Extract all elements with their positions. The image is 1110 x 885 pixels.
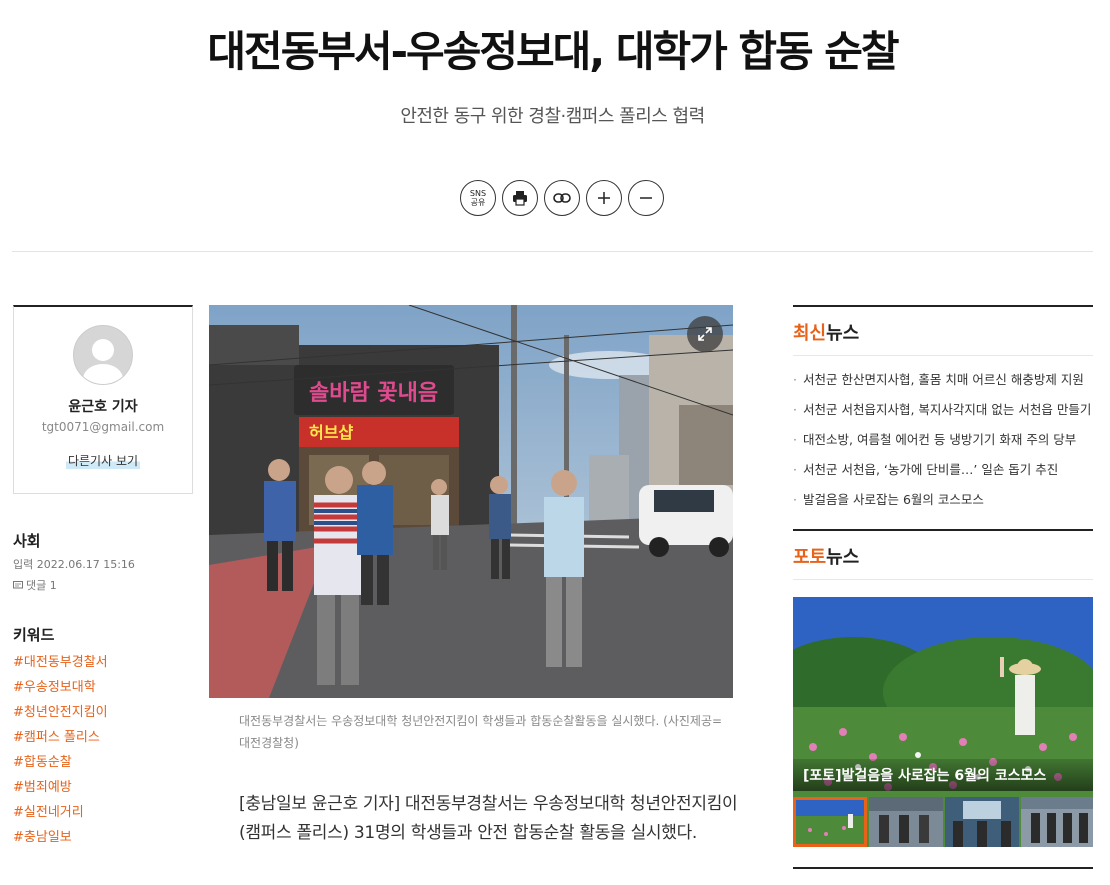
reporter-email: tgt0071@gmail.com bbox=[41, 420, 165, 434]
sns-label: SNS bbox=[469, 189, 487, 198]
latest-news-title: 최신뉴스 bbox=[793, 305, 1093, 356]
article-headline: 대전동부서-우송정보대, 대학가 합동 순찰 bbox=[207, 27, 899, 76]
header-divider bbox=[12, 251, 1093, 252]
photo-news-section: 포토뉴스 bbox=[793, 529, 1093, 580]
comment-count-label: 댓글 1 bbox=[26, 579, 57, 592]
link-icon bbox=[553, 193, 571, 203]
news-item[interactable]: 발걸음을 사로잡는 6월의 코스모스 bbox=[793, 490, 1093, 520]
article-subheadline: 안전한 동구 위한 경찰·캠퍼스 폴리스 협력 bbox=[400, 106, 705, 127]
photo-news-thumbnail[interactable] bbox=[869, 797, 943, 847]
photo-caption: 대전동부경찰서는 우송정보대학 청년안전지킴이 학생들과 합동순찰활동을 실시했… bbox=[239, 714, 723, 750]
article-section[interactable]: 사회 bbox=[13, 530, 41, 551]
photo-news-title-rest: 뉴스 bbox=[826, 547, 860, 568]
news-item[interactable]: 서천군 서천읍지사협, 복지사각지대 없는 서천읍 만들기 bbox=[793, 400, 1093, 430]
keyword-item[interactable]: #청년안전지킴이 bbox=[13, 703, 108, 728]
news-item[interactable]: 서천군 서천읍, ‘농가에 단비를…’ 일손 돕기 추진 bbox=[793, 460, 1093, 490]
keyword-item[interactable]: #캠퍼스 폴리스 bbox=[13, 728, 108, 753]
keyword-item[interactable]: #우송정보대학 bbox=[13, 678, 108, 703]
keyword-item[interactable]: #범죄예방 bbox=[13, 778, 108, 803]
keywords-title: 키워드 bbox=[13, 626, 55, 644]
latest-news-list: 서천군 한산면지사협, 홀몸 치매 어르신 해충방제 지원 서천군 서천읍지사협… bbox=[793, 370, 1093, 520]
keyword-list: #대전동부경찰서 #우송정보대학 #청년안전지킴이 #캠퍼스 폴리스 #합동순찰… bbox=[13, 653, 108, 853]
photo-news-caption: [포토]발걸음을 사로잡는 6월의 코스모스 bbox=[793, 759, 1093, 791]
next-section-divider bbox=[793, 867, 1093, 869]
comment-count[interactable]: 댓글 1 bbox=[13, 577, 57, 593]
photo-news-thumbnail[interactable] bbox=[793, 797, 867, 847]
expand-photo-button[interactable] bbox=[687, 316, 723, 352]
sns-share-button[interactable]: SNS 공유 bbox=[460, 180, 496, 216]
latest-news-title-rest: 뉴스 bbox=[826, 323, 860, 344]
comment-icon bbox=[13, 580, 23, 588]
reporter-name: 윤근호 기자 bbox=[68, 399, 138, 415]
article-date: 입력 2022.06.17 15:16 bbox=[13, 558, 135, 571]
latest-news-title-accent: 최신 bbox=[793, 323, 827, 344]
photo-news-thumbnails bbox=[793, 797, 1093, 847]
news-item[interactable]: 서천군 한산면지사협, 홀몸 치매 어르신 해충방제 지원 bbox=[793, 370, 1093, 400]
article-tools: SNS 공유 bbox=[460, 180, 664, 216]
photo-news-featured[interactable]: [포토]발걸음을 사로잡는 6월의 코스모스 bbox=[793, 597, 1093, 847]
photo-news-thumbnail[interactable] bbox=[945, 797, 1019, 847]
photo-cafe-sign: 솔바람 꽃내음 bbox=[309, 381, 438, 406]
article-photo[interactable]: 솔바람 꽃내음 허브샵 bbox=[209, 305, 733, 698]
print-button[interactable] bbox=[502, 180, 538, 216]
keyword-item[interactable]: #대전동부경찰서 bbox=[13, 653, 108, 678]
article-body: [충남일보 윤근호 기자] 대전동부경찰서는 우송정보대학 청년안전지킴이(캠퍼… bbox=[239, 794, 738, 843]
share-label: 공유 bbox=[470, 198, 486, 207]
font-increase-button[interactable] bbox=[586, 180, 622, 216]
photo-shop-sign: 허브샵 bbox=[309, 423, 353, 442]
minus-icon bbox=[640, 197, 652, 199]
latest-news-section: 최신뉴스 서천군 한산면지사협, 홀몸 치매 어르신 해충방제 지원 서천군 서… bbox=[793, 305, 1093, 520]
print-icon bbox=[513, 191, 527, 206]
news-item[interactable]: 대전소방, 여름철 에어컨 등 냉방기기 화재 주의 당부 bbox=[793, 430, 1093, 460]
copy-link-button[interactable] bbox=[544, 180, 580, 216]
photo-news-title-accent: 포토 bbox=[793, 547, 827, 568]
reporter-card: 윤근호 기자 tgt0071@gmail.com 다른기사 보기 bbox=[13, 305, 193, 494]
font-decrease-button[interactable] bbox=[628, 180, 664, 216]
reporter-more-articles-link[interactable]: 다른기사 보기 bbox=[65, 452, 141, 469]
keyword-item[interactable]: #합동순찰 bbox=[13, 753, 108, 778]
expand-icon bbox=[698, 327, 712, 341]
reporter-avatar bbox=[73, 325, 133, 385]
keyword-item[interactable]: #실전네거리 bbox=[13, 803, 108, 828]
photo-news-title: 포토뉴스 bbox=[793, 529, 1093, 580]
photo-news-thumbnail[interactable] bbox=[1021, 797, 1093, 847]
keyword-item[interactable]: #충남일보 bbox=[13, 828, 108, 853]
plus-icon bbox=[598, 192, 610, 204]
